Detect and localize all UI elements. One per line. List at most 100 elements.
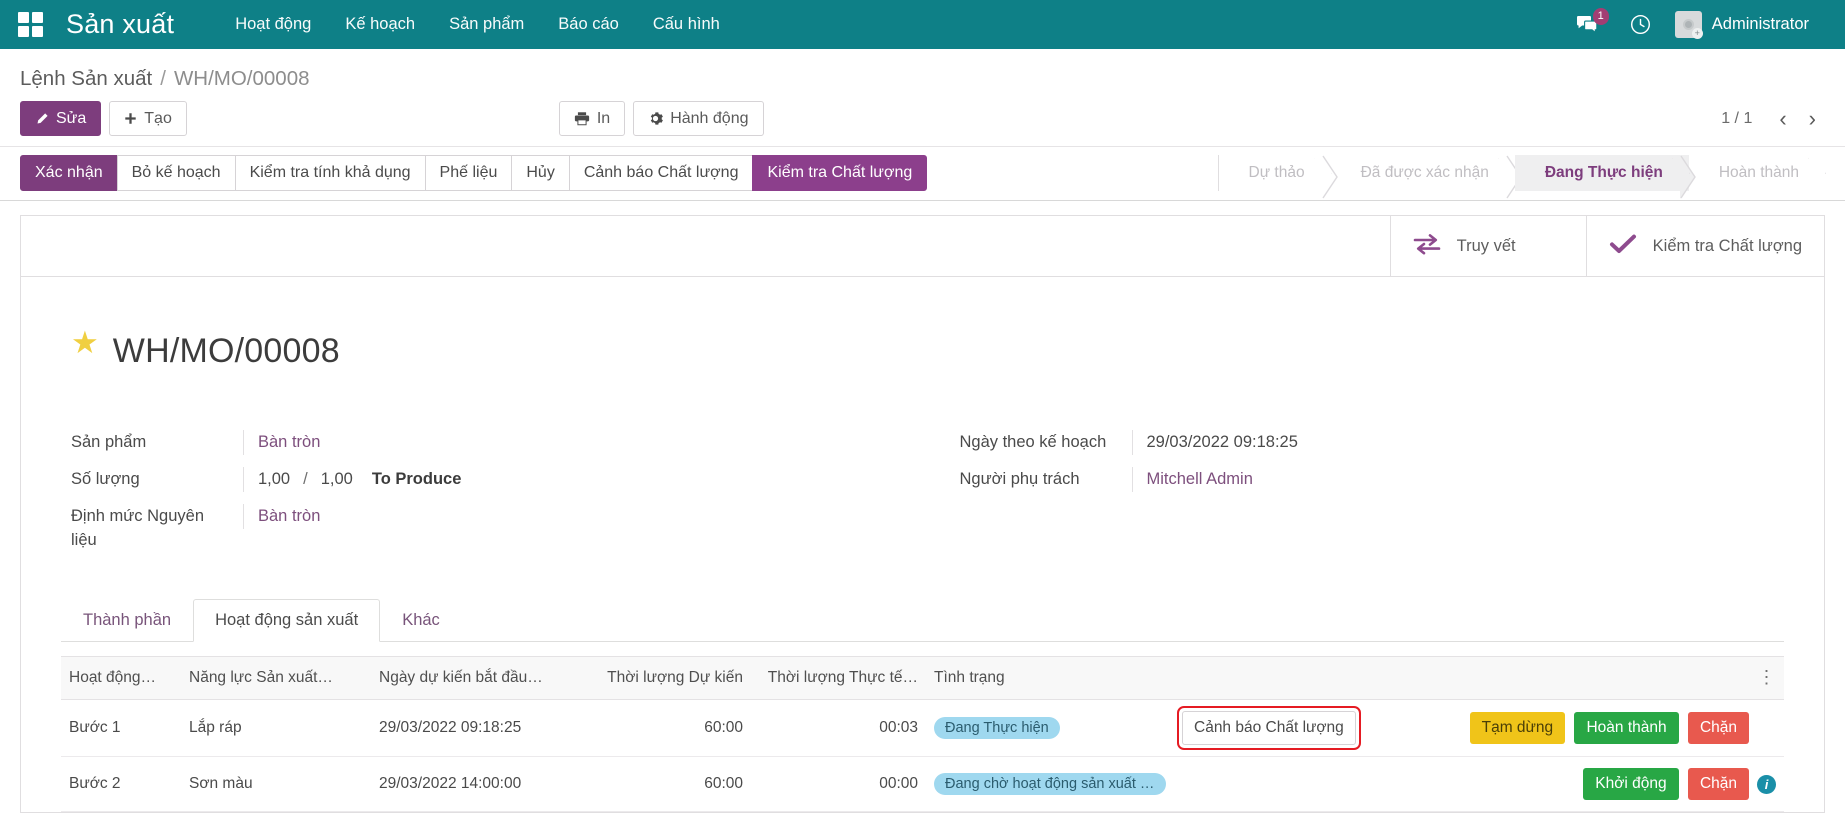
table-header-row: Hoạt động… Năng lực Sản xuất… Ngày dự ki… <box>61 657 1784 700</box>
start-button[interactable]: Khởi động <box>1583 768 1678 800</box>
column-expected-duration[interactable]: Thời lượng Dự kiến <box>571 657 751 700</box>
block-button[interactable]: Chặn <box>1688 768 1749 800</box>
stage-draft[interactable]: Dự thảo <box>1219 155 1331 191</box>
breadcrumb: Lệnh Sản xuất / WH/MO/00008 <box>0 49 1845 97</box>
cell-planned-date: 29/03/2022 14:00:00 <box>371 757 571 812</box>
field-responsible-value[interactable]: Mitchell Admin <box>1132 467 1785 492</box>
field-scheduled-date: Ngày theo kế hoạch 29/03/2022 09:18:25 <box>960 430 1785 455</box>
stage-confirmed[interactable]: Đã được xác nhận <box>1331 155 1515 191</box>
stage-done[interactable]: Hoàn thành <box>1689 155 1825 191</box>
stage-confirmed-label: Đã được xác nhận <box>1361 164 1489 182</box>
column-planned-date[interactable]: Ngày dự kiến bắt đầu… <box>371 657 571 700</box>
quantity-separator: / <box>303 467 308 492</box>
tab-miscellaneous[interactable]: Khác <box>380 599 462 642</box>
statusbar-button-check-availability[interactable]: Kiểm tra tính khả dụng <box>235 155 426 191</box>
optional-columns-toggle[interactable]: ⋮ <box>1749 657 1784 700</box>
column-real-duration[interactable]: Thời lượng Thực tế… <box>751 657 926 700</box>
cell-info <box>1749 700 1784 757</box>
operations-table-body: Bước 1 Lắp ráp 29/03/2022 09:18:25 60:00… <box>61 700 1784 812</box>
smart-button-quality-checks[interactable]: Kiểm tra Chất lượng <box>1586 216 1824 276</box>
done-button[interactable]: Hoàn thành <box>1574 712 1678 744</box>
check-icon <box>1609 233 1637 260</box>
cell-workcenter: Lắp ráp <box>181 700 371 757</box>
statusbar-button-quality-check[interactable]: Kiểm tra Chất lượng <box>752 155 927 191</box>
cell-actions: Tạm dừng Hoàn thành Chặn <box>1374 700 1749 757</box>
field-product: Sản phẩm Bàn tròn <box>71 430 928 455</box>
breadcrumb-current: WH/MO/00008 <box>174 67 310 91</box>
pager-next-icon[interactable]: › <box>1800 108 1825 130</box>
action-button[interactable]: Hành động <box>633 101 763 136</box>
block-button[interactable]: Chặn <box>1688 712 1749 744</box>
smart-button-traceability-label: Truy vết <box>1457 236 1516 257</box>
stage-in-progress[interactable]: Đang Thực hiện <box>1515 155 1689 191</box>
plus-icon <box>124 112 137 125</box>
menu-item-reporting[interactable]: Báo cáo <box>541 7 636 42</box>
cell-quality <box>1174 757 1374 812</box>
quantity-total: 1,00 <box>321 467 353 492</box>
table-row[interactable]: Bước 2 Sơn màu 29/03/2022 14:00:00 60:00… <box>61 757 1784 812</box>
app-brand-title[interactable]: Sản xuất <box>66 9 174 40</box>
pause-button[interactable]: Tạm dừng <box>1470 712 1566 744</box>
menu-item-operations[interactable]: Hoạt động <box>218 7 328 42</box>
smart-button-quality-checks-label: Kiểm tra Chất lượng <box>1653 236 1802 257</box>
statusbar-button-confirm[interactable]: Xác nhận <box>20 155 118 191</box>
page-title: WH/MO/00008 <box>113 332 340 371</box>
menu-item-products[interactable]: Sản phẩm <box>432 7 541 42</box>
column-workcenter[interactable]: Năng lực Sản xuất… <box>181 657 371 700</box>
column-status[interactable]: Tình trạng <box>926 657 1174 700</box>
cell-status: Đang Thực hiện <box>926 700 1174 757</box>
user-menu[interactable]: + Administrator <box>1667 7 1819 42</box>
quality-alert-button[interactable]: Cảnh báo Chất lượng <box>1182 711 1356 745</box>
statusbar-button-cancel[interactable]: Hủy <box>511 155 569 191</box>
column-operation[interactable]: Hoạt động… <box>61 657 181 700</box>
field-product-value[interactable]: Bàn tròn <box>243 430 928 455</box>
info-icon[interactable]: i <box>1757 775 1776 794</box>
status-badge: Đang chờ hoạt động sản xuất kh… <box>934 773 1166 795</box>
statusbar-button-unplan[interactable]: Bỏ kế hoạch <box>117 155 236 191</box>
breadcrumb-separator: / <box>160 67 166 91</box>
tab-components[interactable]: Thành phần <box>61 599 193 642</box>
pager: 1 / 1 ‹ › <box>1721 108 1825 130</box>
pager-previous-icon[interactable]: ‹ <box>1770 108 1795 130</box>
status-pipeline: Dự thảo Đã được xác nhận Đang Thực hiện … <box>1218 155 1825 191</box>
vertical-dots-icon[interactable]: ⋮ <box>1758 667 1776 687</box>
print-button-label: In <box>597 109 610 128</box>
messages-icon[interactable]: 1 <box>1560 9 1614 41</box>
top-navbar: Sản xuất Hoạt động Kế hoạch Sản phẩm Báo… <box>0 0 1845 49</box>
statusbar-button-scrap[interactable]: Phế liệu <box>425 155 513 191</box>
column-quality <box>1174 657 1374 700</box>
quality-alert-highlight: Cảnh báo Chất lượng <box>1182 711 1356 745</box>
form-fields: Sản phẩm Bàn tròn Số lượng 1,00 / 1,00 T… <box>21 394 1824 566</box>
edit-button-label: Sửa <box>56 109 86 128</box>
operations-table-head: Hoạt động… Năng lực Sản xuất… Ngày dự ki… <box>61 657 1784 700</box>
menu-item-configuration[interactable]: Cấu hình <box>636 7 737 42</box>
stage-in-progress-label: Đang Thực hiện <box>1545 164 1663 182</box>
menu-item-planning[interactable]: Kế hoạch <box>328 7 432 42</box>
print-button[interactable]: In <box>559 101 625 136</box>
stage-draft-label: Dự thảo <box>1249 164 1305 182</box>
cell-operation: Bước 2 <box>61 757 181 812</box>
field-bill-of-materials-value[interactable]: Bàn tròn <box>243 504 928 529</box>
field-scheduled-date-value: 29/03/2022 09:18:25 <box>1132 430 1785 455</box>
action-button-label: Hành động <box>670 109 748 128</box>
smart-button-traceability[interactable]: Truy vết <box>1390 216 1586 276</box>
navbar-right-tools: 1 + Administrator <box>1560 7 1827 42</box>
form-sheet: Truy vết Kiểm tra Chất lượng ★ WH/MO/000… <box>20 215 1825 813</box>
user-name-label: Administrator <box>1712 15 1809 34</box>
edit-button[interactable]: Sửa <box>20 101 101 136</box>
create-button[interactable]: Tạo <box>109 101 187 136</box>
table-row[interactable]: Bước 1 Lắp ráp 29/03/2022 09:18:25 60:00… <box>61 700 1784 757</box>
cell-workcenter: Sơn màu <box>181 757 371 812</box>
avatar: + <box>1675 11 1702 38</box>
apps-grid-icon[interactable] <box>18 12 44 38</box>
statusbar-button-quality-alert[interactable]: Cảnh báo Chất lượng <box>569 155 754 191</box>
favorite-star-icon[interactable]: ★ <box>71 327 99 358</box>
gear-icon <box>648 111 663 126</box>
clock-icon[interactable] <box>1614 8 1667 41</box>
breadcrumb-parent[interactable]: Lệnh Sản xuất <box>20 67 152 91</box>
printer-icon <box>574 111 590 126</box>
operations-table: Hoạt động… Năng lực Sản xuất… Ngày dự ki… <box>61 656 1784 812</box>
field-responsible-label: Người phụ trách <box>960 467 1132 492</box>
cell-operation: Bước 1 <box>61 700 181 757</box>
tab-work-orders[interactable]: Hoạt động sản xuất <box>193 599 380 642</box>
